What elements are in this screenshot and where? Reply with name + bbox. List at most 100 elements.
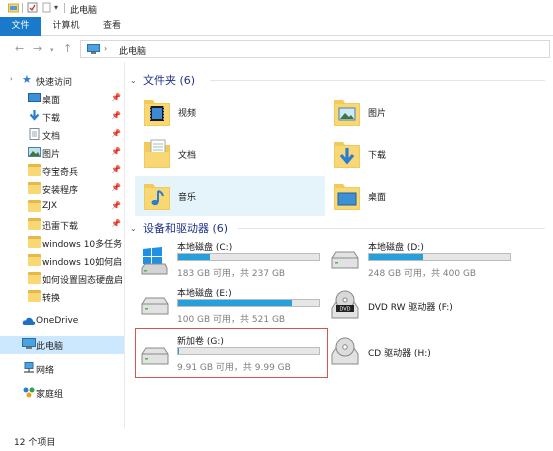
pin-icon[interactable]: 📌 [111, 183, 121, 192]
sidebar-item-network[interactable]: 网络 [0, 360, 124, 378]
drive-label: 新加卷 (G:) [177, 337, 224, 347]
drive-usage-bar [177, 347, 320, 355]
properties-icon[interactable] [27, 2, 38, 13]
folder-tile-documents[interactable]: 文档 [135, 134, 325, 174]
folder-label: 图片 [368, 109, 387, 119]
group-header-drives[interactable]: ⌄ 设备和驱动器 (6) [130, 220, 550, 236]
drive-tile-h[interactable]: CD 驱动器 (H:) [325, 330, 540, 372]
pin-icon[interactable]: 📌 [111, 147, 121, 156]
sidebar-item-quick-access[interactable]: › ★ 快速访问 [0, 72, 124, 90]
sidebar-item-ssd-setup[interactable]: 如何设置固态硬盘启 [0, 270, 124, 288]
folder-tile-music[interactable]: 音乐 [135, 176, 325, 216]
videos-folder-icon [143, 94, 171, 131]
pin-icon[interactable]: 📌 [111, 165, 121, 174]
folder-label: 文档 [178, 151, 197, 161]
folder-label: 音乐 [178, 193, 197, 203]
folder-label: 桌面 [368, 193, 387, 203]
documents-icon [28, 128, 41, 140]
sidebar-item-homegroup[interactable]: 家庭组 [0, 384, 124, 402]
sidebar-item-label: 桌面 [42, 96, 61, 106]
group-title: 文件夹 (6) [143, 74, 196, 87]
forward-arrow-icon[interactable]: → [33, 43, 42, 54]
drive-label: CD 驱动器 (H:) [368, 349, 431, 359]
sidebar-item-onedrive[interactable]: OneDrive [0, 313, 124, 331]
folder-icon [28, 218, 41, 230]
address-field[interactable]: › 此电脑 [80, 40, 550, 58]
tab-view[interactable]: 查看 [96, 17, 128, 36]
drive-usage-fill [178, 254, 211, 260]
windows-drive-icon [140, 246, 168, 279]
sidebar-item-documents[interactable]: 文档 📌 [0, 126, 124, 144]
folder-tile-videos[interactable]: 视频 [135, 92, 325, 132]
drive-label: DVD RW 驱动器 (F:) [368, 303, 453, 313]
group-header-folders[interactable]: ⌄ 文件夹 (6) [130, 72, 550, 88]
computer-icon [22, 338, 36, 350]
chevron-down-icon[interactable]: › [10, 75, 13, 83]
folder-tile-desktop[interactable]: 桌面 [325, 176, 540, 216]
up-arrow-icon[interactable]: ↑ [63, 43, 72, 54]
drive-tile-e[interactable]: 本地磁盘 (E:) 100 GB 可用，共 521 GB [135, 284, 325, 326]
pin-icon[interactable]: 📌 [111, 93, 121, 102]
back-arrow-icon[interactable]: ← [15, 43, 24, 54]
chevron-down-icon[interactable]: ⌄ [130, 224, 140, 233]
sidebar-item-label: 图片 [42, 150, 61, 160]
breadcrumb[interactable]: 此电脑 [119, 44, 146, 57]
download-icon [28, 110, 41, 122]
sidebar-item-label: 转换 [42, 294, 61, 304]
breadcrumb-chevron-icon[interactable]: › [104, 44, 107, 53]
chevron-down-icon[interactable]: ⌄ [130, 76, 140, 85]
svg-text:DVD: DVD [339, 307, 350, 313]
tab-file[interactable]: 文件 [0, 17, 41, 36]
sidebar-item-convert[interactable]: 转换 [0, 288, 124, 306]
folder-label: 下载 [368, 151, 387, 161]
folder-tile-pictures[interactable]: 图片 [325, 92, 540, 132]
drive-usage-bar [177, 253, 320, 261]
drive-tile-f[interactable]: DVD DVD RW 驱动器 (F:) [325, 284, 540, 326]
drive-tile-c[interactable]: 本地磁盘 (C:) 183 GB 可用，共 237 GB [135, 238, 325, 280]
new-folder-icon[interactable] [41, 2, 52, 13]
sidebar-item-xunlei[interactable]: 迅雷下载 📌 [0, 216, 124, 234]
downloads-folder-icon [333, 136, 361, 173]
sidebar-item-label: ZJX [42, 201, 57, 211]
folder-label: 视频 [178, 109, 197, 119]
sidebar-item-label: OneDrive [36, 316, 79, 326]
sidebar-item-label: 安装程序 [42, 186, 79, 196]
drive-tile-d[interactable]: 本地磁盘 (D:) 248 GB 可用，共 400 GB [325, 238, 540, 280]
pin-icon[interactable]: 📌 [111, 219, 121, 228]
sidebar-item-installers[interactable]: 安装程序 📌 [0, 180, 124, 198]
sidebar-item-label: 网络 [36, 366, 55, 376]
drive-capacity: 9.91 GB 可用，共 9.99 GB [177, 363, 291, 373]
sidebar-item-label: 迅雷下载 [42, 222, 79, 232]
cloud-icon [22, 315, 36, 327]
drive-capacity: 183 GB 可用，共 237 GB [177, 269, 286, 279]
tab-computer[interactable]: 计算机 [46, 17, 86, 36]
sidebar-item-desktop[interactable]: 桌面 📌 [0, 90, 124, 108]
folder-icon [28, 236, 41, 248]
drive-label: 本地磁盘 (D:) [368, 243, 424, 253]
sidebar-item-label: 此电脑 [36, 342, 64, 352]
sidebar-item-win10-howto[interactable]: windows 10如何启 [0, 252, 124, 270]
ribbon-tabs: 文件 计算机 查看 [0, 17, 553, 36]
hard-drive-icon [330, 250, 360, 273]
pin-icon[interactable]: 📌 [111, 129, 121, 138]
address-bar: ← → ▾ ↑ › 此电脑 [0, 36, 553, 62]
recent-locations-chevron-icon[interactable]: ▾ [50, 45, 54, 56]
hard-drive-icon [140, 346, 170, 369]
sidebar-item-downloads[interactable]: 下载 📌 [0, 108, 124, 126]
sidebar-item-pictures[interactable]: 图片 📌 [0, 144, 124, 162]
drive-tile-g[interactable]: 新加卷 (G:) 9.91 GB 可用，共 9.99 GB [135, 328, 328, 378]
drive-usage-bar [368, 253, 511, 261]
folder-tile-downloads[interactable]: 下载 [325, 134, 540, 174]
sidebar-item-duobaoqibing[interactable]: 夺宝奇兵 📌 [0, 162, 124, 180]
navigation-pane: › ★ 快速访问 桌面 📌 下载 📌 文档 📌 图片 📌 夺宝奇兵 📌 安装程序… [0, 62, 125, 428]
folder-icon [28, 254, 41, 266]
sidebar-item-zjx[interactable]: ZJX 📌 [0, 198, 124, 216]
sidebar-item-thispc[interactable]: 此电脑 [0, 336, 124, 354]
drive-label: 本地磁盘 (E:) [177, 289, 232, 299]
pin-icon[interactable]: 📌 [111, 201, 121, 210]
sidebar-item-win10-multitask[interactable]: windows 10多任务 [0, 234, 124, 252]
sidebar-item-label: 如何设置固态硬盘启 [42, 276, 122, 286]
thispc-small-icon [87, 44, 100, 57]
pin-icon[interactable]: 📌 [111, 111, 121, 120]
documents-folder-icon [143, 136, 171, 173]
